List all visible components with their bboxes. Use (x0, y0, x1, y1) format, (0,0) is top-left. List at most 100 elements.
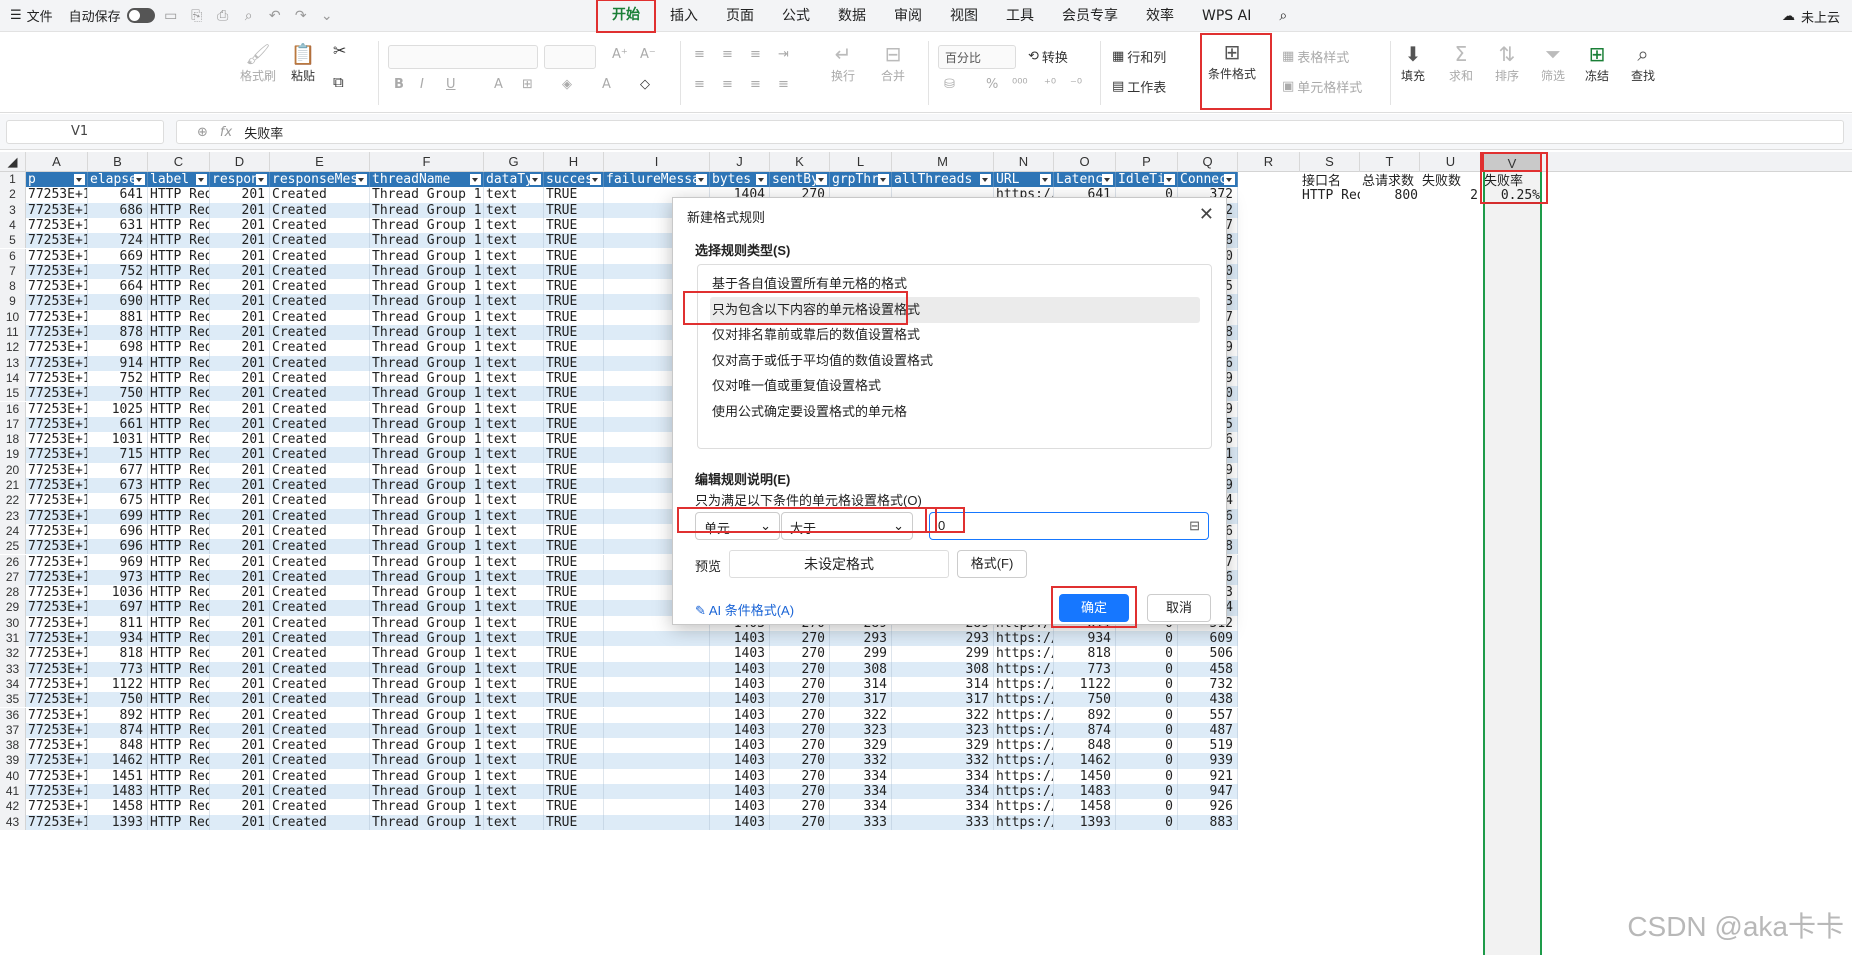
cell[interactable]: 0 (1116, 631, 1178, 647)
cut-icon[interactable]: ✂ (333, 41, 346, 60)
export-icon[interactable]: ⎘ (187, 6, 207, 26)
cell[interactable] (604, 753, 710, 769)
cell[interactable] (604, 768, 710, 784)
row-header[interactable]: 39 (0, 753, 26, 769)
filter-dropdown-icon[interactable] (530, 174, 541, 185)
cell[interactable]: Created (270, 340, 370, 356)
cell[interactable]: 201 (210, 309, 270, 325)
cell[interactable]: 270 (770, 707, 830, 723)
currency-icon[interactable]: ⛁ (944, 77, 955, 92)
align-top-icon[interactable]: ≡ (694, 47, 705, 62)
cell[interactable]: 77253E+12 (26, 615, 88, 631)
cell-style-button[interactable]: ▣ 单元格样式 (1282, 77, 1362, 96)
cell[interactable]: Thread Group 1-39 (370, 217, 484, 234)
cell[interactable]: Created (270, 814, 370, 830)
cell[interactable]: Created (270, 217, 370, 234)
row-header[interactable]: 41 (0, 784, 26, 800)
cell[interactable]: HTTP Requ (148, 217, 210, 234)
cell[interactable]: 0 (1116, 738, 1178, 754)
cell[interactable]: bytes (710, 172, 770, 188)
cell[interactable]: Thread Group 1-15 (370, 401, 484, 417)
column-header-R[interactable]: R (1238, 152, 1300, 172)
cell[interactable]: https://: (994, 676, 1054, 693)
cell[interactable]: text (484, 233, 544, 249)
cell[interactable]: text (484, 692, 544, 708)
redo-icon[interactable]: ↷ (291, 6, 311, 26)
filter-dropdown-icon[interactable] (1040, 174, 1051, 185)
formula-input[interactable]: ⊕ fx 失败率 (176, 120, 1844, 144)
cell[interactable]: 77253E+12 (26, 523, 88, 540)
cell[interactable]: https://: (994, 661, 1054, 677)
cell[interactable]: 201 (210, 386, 270, 402)
cell[interactable]: Created (270, 202, 370, 218)
cell[interactable]: 201 (210, 646, 270, 662)
column-header-A[interactable]: A (26, 152, 88, 172)
cell[interactable]: Created (270, 585, 370, 601)
cell[interactable]: 201 (210, 447, 270, 463)
cell[interactable]: 201 (210, 233, 270, 249)
tab-7[interactable]: 工具 (992, 0, 1048, 32)
filter-dropdown-icon[interactable] (756, 174, 767, 185)
sort-button[interactable]: ⇅ 排序 (1494, 41, 1520, 84)
cell[interactable]: TRUE (544, 309, 604, 325)
cell[interactable]: 818 (1054, 646, 1116, 662)
cell[interactable]: 0 (1116, 692, 1178, 708)
cell[interactable]: 308 (892, 661, 994, 677)
cell[interactable]: URL (994, 172, 1054, 188)
cell[interactable]: 201 (210, 799, 270, 815)
cell[interactable]: 0 (1116, 646, 1178, 662)
cell[interactable]: Thread Group 1-4 (370, 753, 484, 769)
cell[interactable]: 77253E+12 (26, 646, 88, 662)
row-header[interactable]: 35 (0, 692, 26, 708)
cell[interactable]: text (484, 432, 544, 448)
cell[interactable]: IdleTi (1116, 172, 1178, 188)
cell[interactable]: Thread Group 1-13 (370, 600, 484, 616)
cell[interactable]: text (484, 447, 544, 463)
column-header-G[interactable]: G (484, 152, 544, 172)
cell[interactable]: Thread Group 1-14 (370, 661, 484, 677)
cell[interactable]: HTTP Requ (148, 676, 210, 693)
row-header[interactable]: 22 (0, 493, 26, 509)
align-center-icon[interactable]: ≡ (722, 77, 733, 92)
cell[interactable]: TRUE (544, 799, 604, 815)
cell[interactable]: Created (270, 631, 370, 647)
tab-9[interactable]: 效率 (1132, 0, 1188, 32)
row-header[interactable]: 33 (0, 661, 26, 677)
freeze-button[interactable]: ⊞ 冻结 (1584, 41, 1610, 84)
cell[interactable]: TRUE (544, 508, 604, 524)
cell[interactable]: TRUE (544, 462, 604, 478)
cell[interactable]: sentBy (770, 172, 830, 188)
cell[interactable]: Created (270, 768, 370, 784)
cell[interactable]: Created (270, 646, 370, 662)
cell[interactable]: 934 (88, 631, 148, 647)
cell[interactable]: TRUE (544, 722, 604, 739)
column-header-Q[interactable]: Q (1178, 152, 1238, 172)
cell[interactable]: 1403 (710, 768, 770, 784)
row-header[interactable]: 29 (0, 600, 26, 616)
cell[interactable]: 201 (210, 692, 270, 708)
cell[interactable]: 0 (1116, 784, 1178, 800)
number-format-combo[interactable]: 百分比 (938, 45, 1016, 69)
cell[interactable]: text (484, 569, 544, 586)
row-header[interactable]: 11 (0, 325, 26, 341)
cell[interactable]: HTTP Requ (148, 799, 210, 815)
column-header-C[interactable]: C (148, 152, 210, 172)
cell[interactable]: 1483 (1054, 784, 1116, 800)
cell[interactable]: 299 (830, 646, 892, 662)
cell[interactable]: Created (270, 738, 370, 754)
cell[interactable]: text (484, 248, 544, 264)
name-box[interactable]: V1 (6, 120, 164, 144)
cell[interactable]: 270 (770, 722, 830, 739)
cell[interactable]: 77253E+12 (26, 585, 88, 601)
cell[interactable]: 314 (892, 676, 994, 693)
cell[interactable] (604, 661, 710, 677)
cell[interactable]: 77253E+12 (26, 493, 88, 509)
cell[interactable]: 878 (88, 325, 148, 341)
cell[interactable]: 1393 (88, 814, 148, 830)
cell[interactable]: respon (210, 172, 270, 188)
format-painter-button[interactable]: 🖌 格式刷 (240, 41, 276, 84)
rule-option-4[interactable]: 仅对唯一值或重复值设置格式 (710, 373, 1200, 399)
filter-dropdown-icon[interactable] (696, 174, 707, 185)
cell[interactable]: TRUE (544, 814, 604, 830)
cell[interactable]: text (484, 462, 544, 478)
